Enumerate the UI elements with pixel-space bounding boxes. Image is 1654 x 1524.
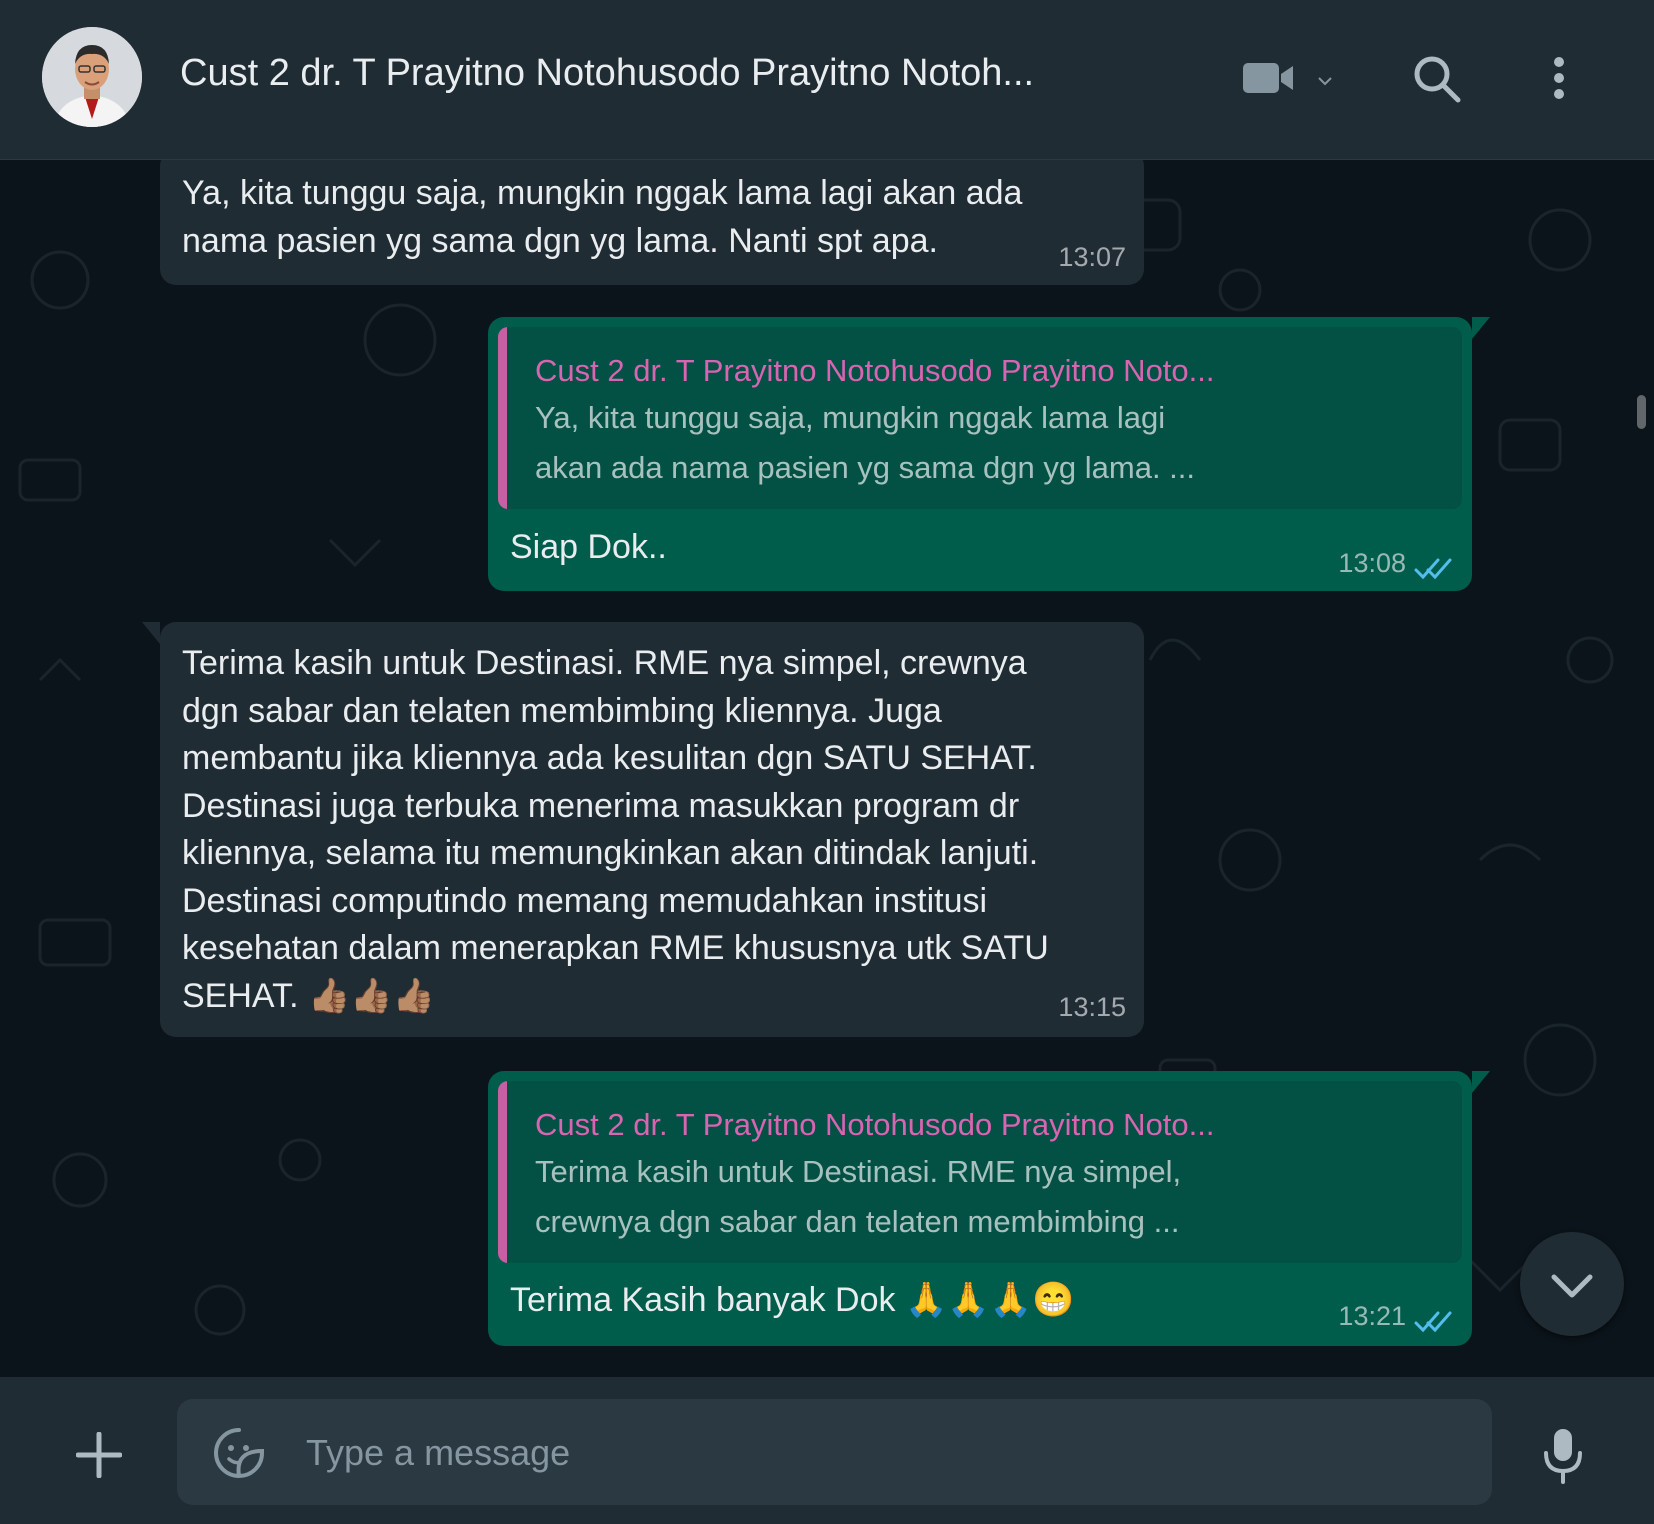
message-list[interactable]: Ya, kita tunggu saja, mungkin nggak lama… [0, 160, 1654, 1377]
bubble-tail [1472, 1071, 1490, 1093]
message-composer [0, 1377, 1654, 1524]
bubble-tail [1472, 317, 1490, 339]
message-text: Terima Kasih banyak Dok 🙏🙏🙏😁 [510, 1281, 1075, 1319]
scrollbar-thumb[interactable] [1637, 395, 1646, 429]
message-time: 13:21 [1338, 1301, 1406, 1331]
message-bubble-incoming[interactable]: Ya, kita tunggu saja, mungkin nggak lama… [160, 160, 1144, 285]
microphone-icon[interactable] [1542, 1427, 1584, 1490]
contact-name[interactable]: Cust 2 dr. T Prayitno Notohusodo Prayitn… [180, 52, 1130, 95]
sticker-icon[interactable] [213, 1427, 265, 1484]
quoted-message[interactable]: Cust 2 dr. T Prayitno Notohusodo Prayitn… [498, 327, 1462, 509]
message-bubble-outgoing[interactable]: Cust 2 dr. T Prayitno Notohusodo Prayitn… [488, 1071, 1490, 1348]
quote-text: Terima kasih untuk Destinasi. RME nya si… [535, 1154, 1182, 1239]
quote-text: Ya, kita tunggu saja, mungkin nggak lama… [535, 400, 1196, 485]
chevron-down-icon[interactable] [1317, 73, 1333, 91]
quote-author: Cust 2 dr. T Prayitno Notohusodo Prayitn… [535, 353, 1215, 388]
message-text: Ya, kita tunggu saja, mungkin nggak lama… [182, 174, 1023, 260]
menu-icon[interactable] [1552, 56, 1566, 105]
bubble-tail [142, 622, 160, 644]
quoted-message[interactable]: Cust 2 dr. T Prayitno Notohusodo Prayitn… [498, 1081, 1462, 1263]
scroll-to-bottom-button[interactable] [1520, 1232, 1624, 1336]
quote-accent-bar [498, 327, 507, 509]
read-receipt-icon [1414, 1300, 1454, 1348]
plus-icon[interactable] [75, 1431, 123, 1483]
message-time: 13:15 [1058, 992, 1126, 1022]
quote-author: Cust 2 dr. T Prayitno Notohusodo Prayitn… [535, 1107, 1215, 1142]
chevron-down-icon [1551, 1274, 1593, 1298]
message-input[interactable] [304, 1399, 1458, 1507]
read-receipt-icon [1414, 547, 1454, 595]
message-input-box[interactable] [177, 1399, 1492, 1507]
message-bubble-outgoing[interactable]: Cust 2 dr. T Prayitno Notohusodo Prayitn… [488, 317, 1490, 591]
quote-accent-bar [498, 1081, 507, 1263]
video-call-icon[interactable] [1243, 63, 1295, 98]
message-time: 13:07 [1058, 242, 1126, 272]
message-text: Terima kasih untuk Destinasi. RME nya si… [182, 644, 1049, 1015]
message-bubble-incoming[interactable]: Terima kasih untuk Destinasi. RME nya si… [142, 622, 1144, 1037]
message-time: 13:08 [1338, 548, 1406, 578]
search-icon[interactable] [1413, 55, 1461, 108]
avatar[interactable] [42, 27, 142, 127]
message-text: Siap Dok.. [510, 528, 667, 566]
chat-header: Cust 2 dr. T Prayitno Notohusodo Prayitn… [0, 0, 1654, 160]
